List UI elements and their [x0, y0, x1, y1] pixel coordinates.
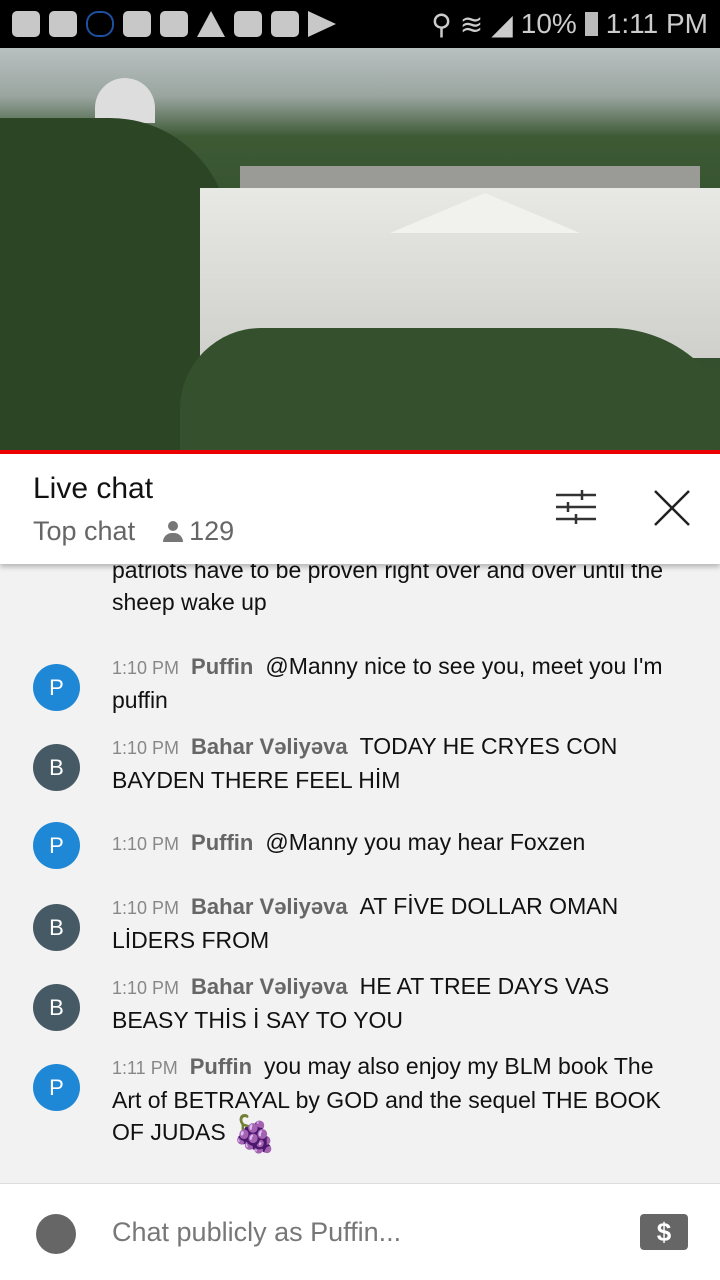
avatar[interactable]: P — [33, 1064, 80, 1111]
message-text: TODAY HE CRYES CON BAYDEN THERE FEEL HİM — [112, 733, 618, 793]
status-bar: ⚲ ≋ ◢ 10% 1:11 PM — [0, 0, 720, 48]
message-text: @Manny you may hear Foxzen — [265, 829, 586, 855]
location-icon: ⚲ — [431, 8, 452, 40]
avatar[interactable]: P — [33, 822, 80, 869]
signal-icon: ◢ — [491, 8, 513, 40]
timestamp: 1:10 PM — [112, 834, 180, 854]
play-store-icon — [308, 11, 336, 37]
crown-icon — [123, 11, 151, 37]
folder-icon — [160, 11, 188, 37]
chat-messages[interactable]: mandates covid passports. How many times… — [0, 540, 720, 1180]
chat-mode-selector[interactable]: Top chat 129 — [33, 516, 234, 547]
video-player[interactable] — [0, 48, 720, 450]
youtube-icon — [12, 11, 40, 37]
message-text: AT FİVE DOLLAR OMAN LİDERS FROM — [112, 893, 619, 953]
author-name[interactable]: Puffin — [191, 830, 253, 855]
viewer-count: 129 — [189, 516, 235, 546]
avatar[interactable]: P — [33, 664, 80, 711]
cloud-icon — [86, 11, 114, 37]
image-icon — [234, 11, 262, 37]
timestamp: 1:10 PM — [112, 978, 180, 998]
author-name[interactable]: Puffin — [191, 654, 253, 679]
author-name[interactable]: Puffin — [190, 1054, 252, 1079]
capitol-dome — [95, 78, 155, 123]
close-icon[interactable] — [652, 488, 692, 528]
message-text: HE AT TREE DAYS VAS BEASY THİS İ SAY TO … — [112, 973, 610, 1033]
grapes-emoji: 🍇 — [232, 1112, 277, 1154]
timestamp: 1:10 PM — [112, 658, 180, 678]
super-chat-icon[interactable]: $ — [640, 1214, 688, 1250]
chat-header: Live chat Top chat 129 — [0, 454, 720, 564]
avatar[interactable]: B — [33, 904, 80, 951]
shopping-bag-icon — [271, 11, 299, 37]
battery-percent: 10% — [520, 8, 577, 39]
author-name[interactable]: Bahar Vəliyəva — [191, 894, 348, 919]
warning-icon — [197, 11, 225, 37]
timestamp: 1:11 PM — [112, 1058, 178, 1078]
author-name[interactable]: Bahar Vəliyəva — [191, 974, 348, 999]
clock: 1:11 PM — [605, 8, 708, 39]
chat-input[interactable]: Chat publicly as Puffin... — [112, 1217, 401, 1248]
emoji-icon[interactable] — [36, 1214, 76, 1254]
filter-icon[interactable] — [556, 490, 596, 524]
person-icon — [163, 520, 184, 543]
author-name[interactable]: Bahar Vəliyəva — [191, 734, 348, 759]
avatar[interactable]: B — [33, 984, 80, 1031]
m-app-icon — [49, 11, 77, 37]
timestamp: 1:10 PM — [112, 898, 180, 918]
avatar[interactable]: B — [33, 744, 80, 791]
timestamp: 1:10 PM — [112, 738, 180, 758]
battery-icon — [584, 12, 598, 36]
chat-input-bar: Chat publicly as Puffin... $ — [0, 1183, 720, 1280]
trees-foreground — [180, 328, 720, 450]
wifi-icon: ≋ — [459, 8, 484, 40]
chat-mode[interactable]: Top chat — [33, 516, 135, 547]
chat-title: Live chat — [33, 472, 154, 505]
